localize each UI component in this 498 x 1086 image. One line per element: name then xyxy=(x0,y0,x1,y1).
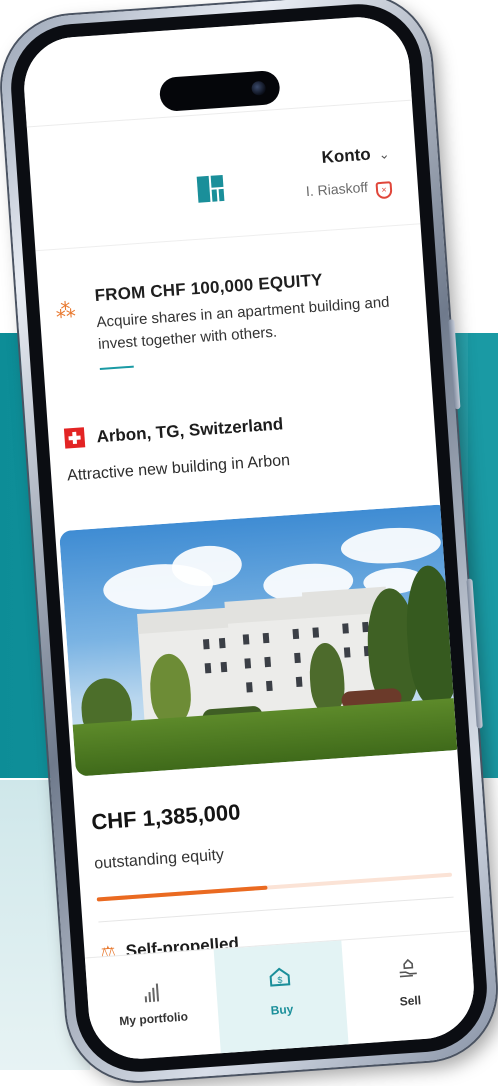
app-screen: Konto ⌄ I. Riaskoff × ⁂ FROM CHF 100,000 E… xyxy=(20,13,478,1063)
people-network-icon: ⁂ xyxy=(54,299,77,323)
listing-price: CHF 1,385,000 xyxy=(90,799,242,835)
account-label[interactable]: Konto xyxy=(321,145,371,167)
equity-progress-bar xyxy=(96,872,453,902)
chevron-down-icon[interactable]: ⌄ xyxy=(378,146,390,162)
swiss-flag-icon xyxy=(63,427,86,449)
listing-subtitle: Attractive new building in Arbon xyxy=(66,451,291,485)
bar-chart-icon xyxy=(86,969,216,1006)
app-header: Konto ⌄ I. Riaskoff × xyxy=(26,99,421,252)
listing-location: Arbon, TG, Switzerland Attractive new bu… xyxy=(63,404,421,486)
camera-icon xyxy=(251,80,267,96)
svg-text:$: $ xyxy=(277,975,283,985)
promo-underline xyxy=(99,365,134,370)
hand-house-icon xyxy=(343,951,473,988)
tab-label: My portfolio xyxy=(118,1009,189,1029)
location-label: Arbon, TG, Switzerland xyxy=(95,414,284,447)
house-dollar-icon: $ xyxy=(215,960,345,997)
tab-label: Sell xyxy=(399,993,422,1009)
tab-buy[interactable]: $ Buy xyxy=(213,940,349,1054)
tab-sell[interactable]: Sell xyxy=(342,932,478,1045)
listing-photo[interactable] xyxy=(59,504,466,777)
tab-my-portfolio[interactable]: My portfolio xyxy=(85,949,221,1062)
phone-mockup: Konto ⌄ I. Riaskoff × ⁂ FROM CHF 100,000 E… xyxy=(0,0,498,1086)
shield-warning-icon[interactable]: × xyxy=(375,181,393,200)
divider xyxy=(98,896,454,923)
price-caption: outstanding equity xyxy=(93,846,225,873)
logo-icon[interactable] xyxy=(196,174,225,203)
tab-label: Buy xyxy=(270,1002,294,1018)
promo-section: ⁂ FROM CHF 100,000 EQUITY Acquire shares… xyxy=(54,264,413,372)
equity-progress-fill xyxy=(96,885,268,902)
user-name: I. Riaskoff xyxy=(305,178,369,200)
account-menu[interactable]: Konto ⌄ I. Riaskoff × xyxy=(303,143,393,204)
